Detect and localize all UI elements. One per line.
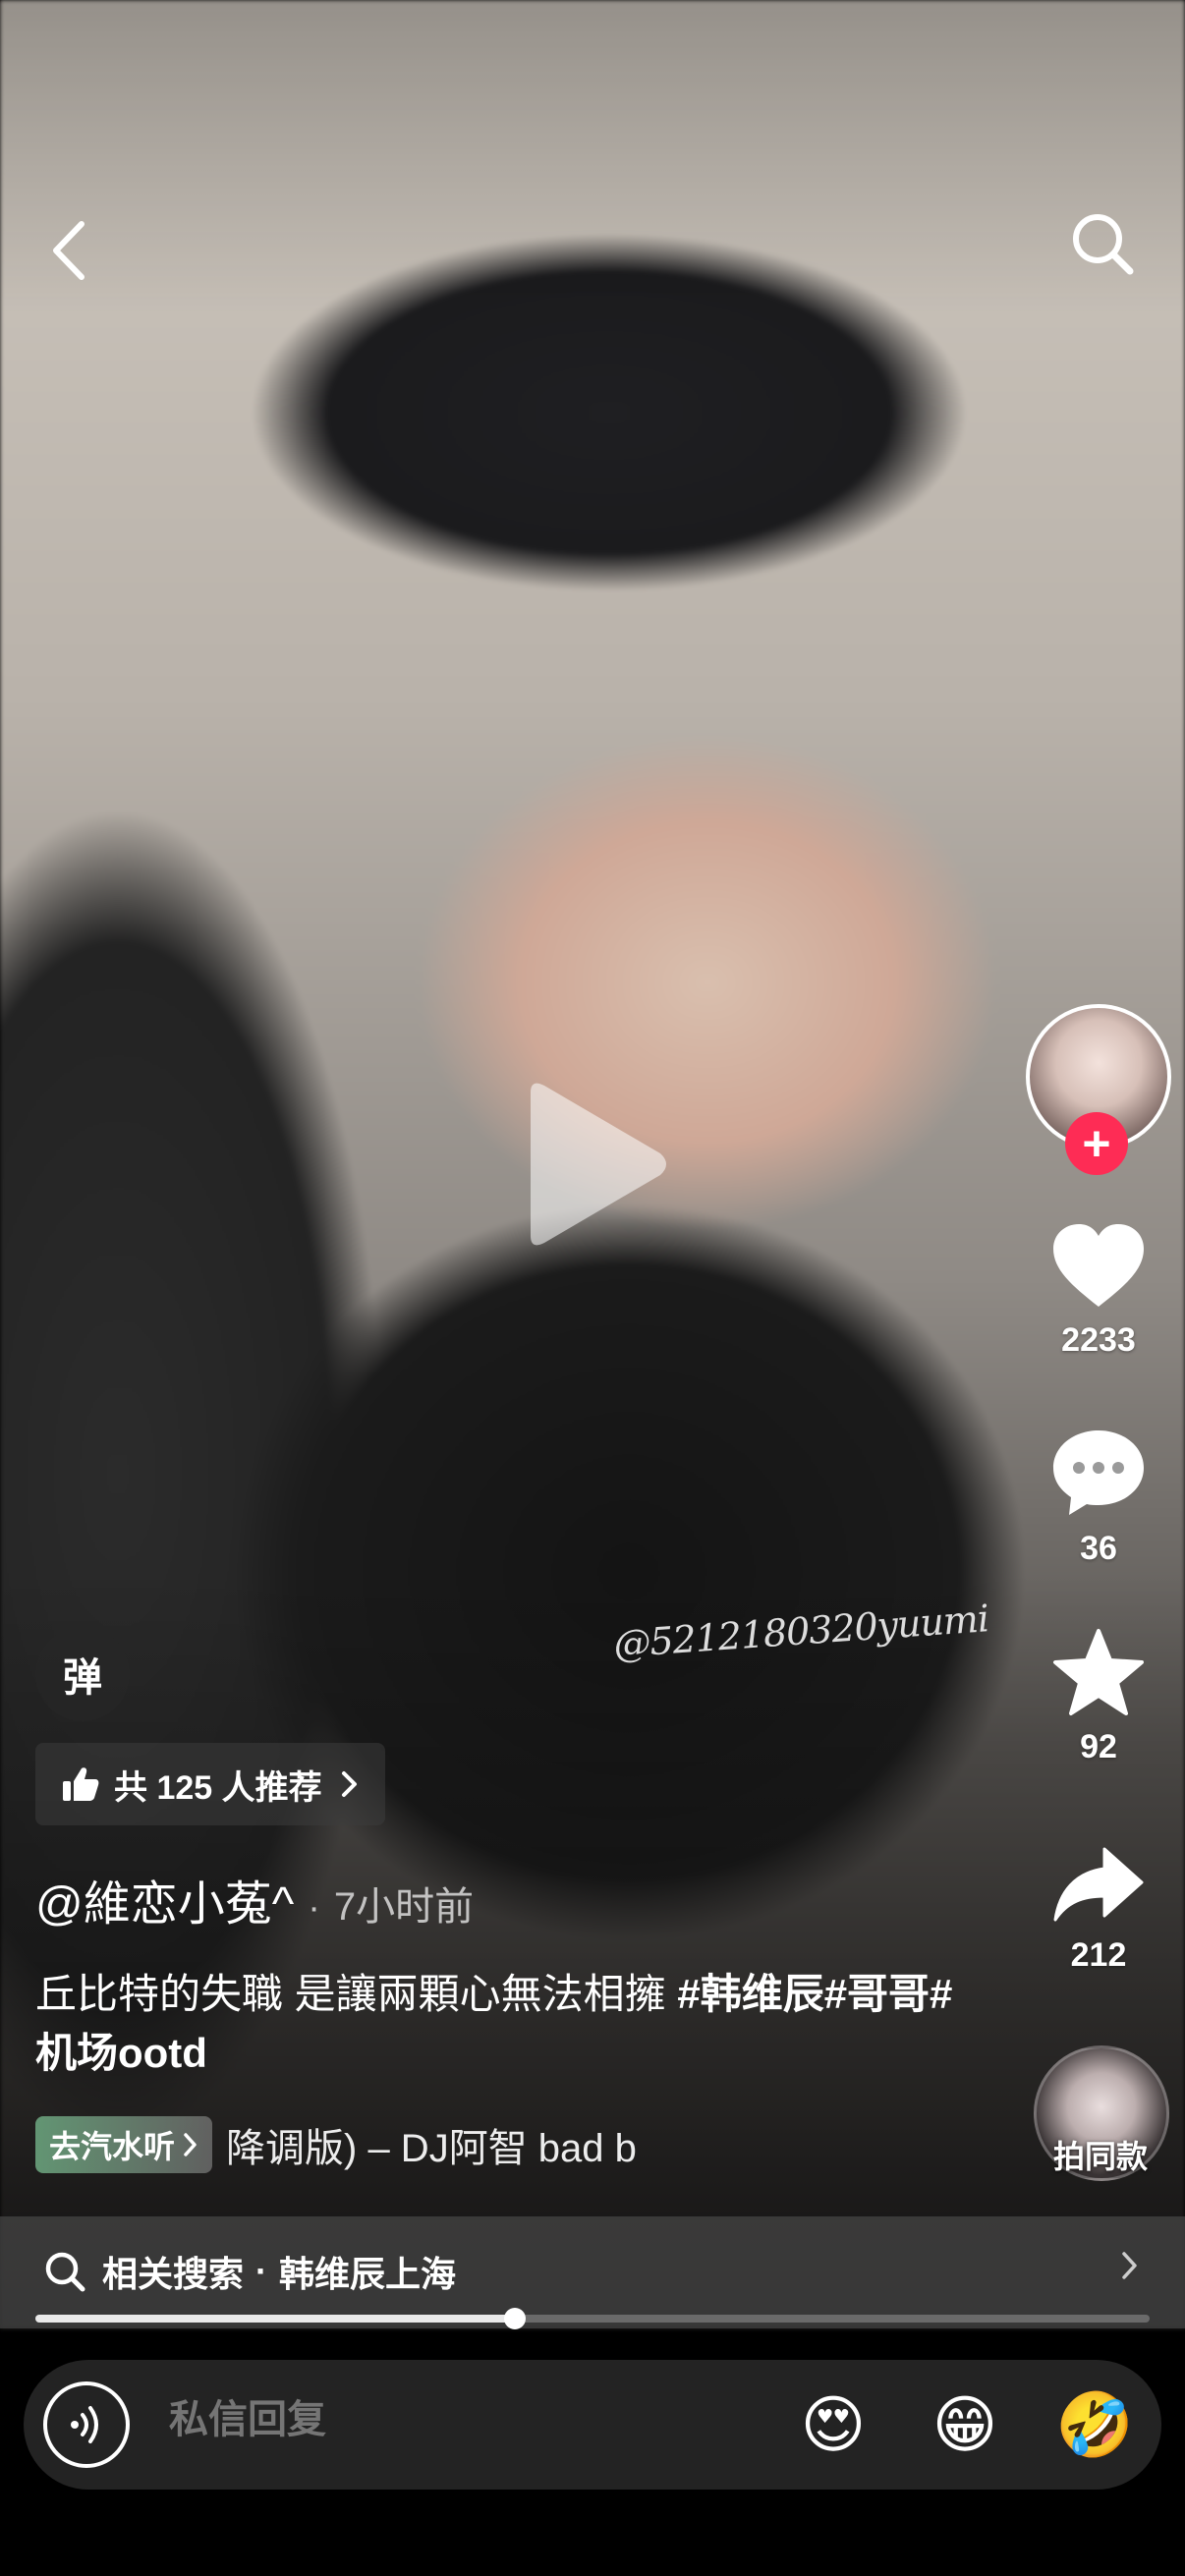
listen-in-app-pill[interactable]: 去汽水听 xyxy=(35,2116,213,2173)
voice-button[interactable] xyxy=(43,2381,130,2468)
heart-icon xyxy=(1053,1224,1144,1307)
rofl-emoji-button[interactable]: 🤣 xyxy=(1055,2385,1134,2464)
chevron-right-icon xyxy=(184,2133,197,2156)
related-search-query: 韩维辰上海 xyxy=(279,2254,457,2294)
star-icon xyxy=(1053,1629,1144,1715)
same-style-button[interactable]: 拍同款 xyxy=(1034,2045,1169,2181)
voice-wave-icon xyxy=(71,2406,98,2443)
private-reply-input[interactable] xyxy=(167,2397,761,2443)
favorite-button[interactable]: 92 xyxy=(1040,1627,1157,1766)
thumbs-up-icon xyxy=(63,1767,99,1801)
like-button[interactable]: 2233 xyxy=(1040,1222,1157,1360)
music-row[interactable]: 去汽水听 降调版) – DJ阿智 bad b xyxy=(35,2116,717,2173)
related-search-separator: · xyxy=(255,2251,268,2291)
related-search-content: 相关搜索 · 韩维辰上海 xyxy=(43,2246,456,2297)
share-arrow-icon xyxy=(1053,1847,1144,1922)
search-icon xyxy=(45,2252,85,2292)
music-track-name: 降调版) – DJ阿智 bad b xyxy=(226,2127,637,2170)
grin-emoji-button[interactable]: 😁 xyxy=(926,2385,1004,2464)
chevron-right-icon xyxy=(1122,2252,1137,2279)
like-count: 2233 xyxy=(1061,1321,1136,1359)
video-caption[interactable]: 丘比特的失職 是讓兩顆心無法相擁 #韩维辰#哥哥#机场ootd xyxy=(35,1965,969,2083)
progress-scrubber[interactable] xyxy=(503,2308,526,2329)
chevron-right-icon xyxy=(341,1771,357,1797)
search-icon xyxy=(1073,214,1134,275)
danmaku-label: 弹 xyxy=(63,1656,102,1700)
related-search-bar[interactable]: 相关搜索 · 韩维辰上海 xyxy=(0,2216,1185,2328)
progress-fill xyxy=(35,2315,515,2323)
reply-bar: 😍 😁 🤣 xyxy=(24,2360,1161,2490)
time-separator: · xyxy=(308,1887,320,1929)
comment-count: 36 xyxy=(1080,1530,1117,1567)
author-handle[interactable]: @維恋小菟^ xyxy=(35,1865,294,1933)
bottom-gradient xyxy=(0,1572,1185,2328)
comment-icon xyxy=(1053,1430,1144,1515)
search-button[interactable] xyxy=(1061,202,1146,287)
related-search-label: 相关搜索 xyxy=(102,2254,245,2294)
video-screen: @5212180320yuumi + 2233 36 92 212 拍同款 弹 … xyxy=(0,0,1185,2576)
play-icon[interactable] xyxy=(511,1071,678,1258)
comment-button[interactable]: 36 xyxy=(1040,1425,1157,1568)
post-time: 7小时前 xyxy=(333,1885,475,1929)
danmaku-toggle[interactable]: 弹 xyxy=(35,1627,130,1721)
playback-progress[interactable] xyxy=(35,2308,1150,2329)
share-button[interactable]: 212 xyxy=(1040,1843,1157,1975)
author-line: @維恋小菟^ · 7小时前 xyxy=(35,1865,474,1933)
caption-text: 丘比特的失職 是讓兩顆心無法相擁 xyxy=(35,1971,678,2017)
back-button[interactable] xyxy=(33,206,102,295)
share-count: 212 xyxy=(1070,1936,1127,1974)
recommend-label: 共 125 人推荐 xyxy=(114,1768,322,1807)
listen-label: 去汽水听 xyxy=(49,2129,176,2164)
chevron-left-icon xyxy=(53,221,85,280)
same-style-label: 拍同款 xyxy=(1052,2139,1148,2174)
top-gradient xyxy=(0,0,1185,314)
heart-eyes-emoji-button[interactable]: 😍 xyxy=(794,2385,873,2464)
recommend-pill[interactable]: 共 125 人推荐 xyxy=(35,1743,385,1825)
favorite-count: 92 xyxy=(1080,1728,1117,1765)
follow-button[interactable]: + xyxy=(1065,1112,1128,1175)
